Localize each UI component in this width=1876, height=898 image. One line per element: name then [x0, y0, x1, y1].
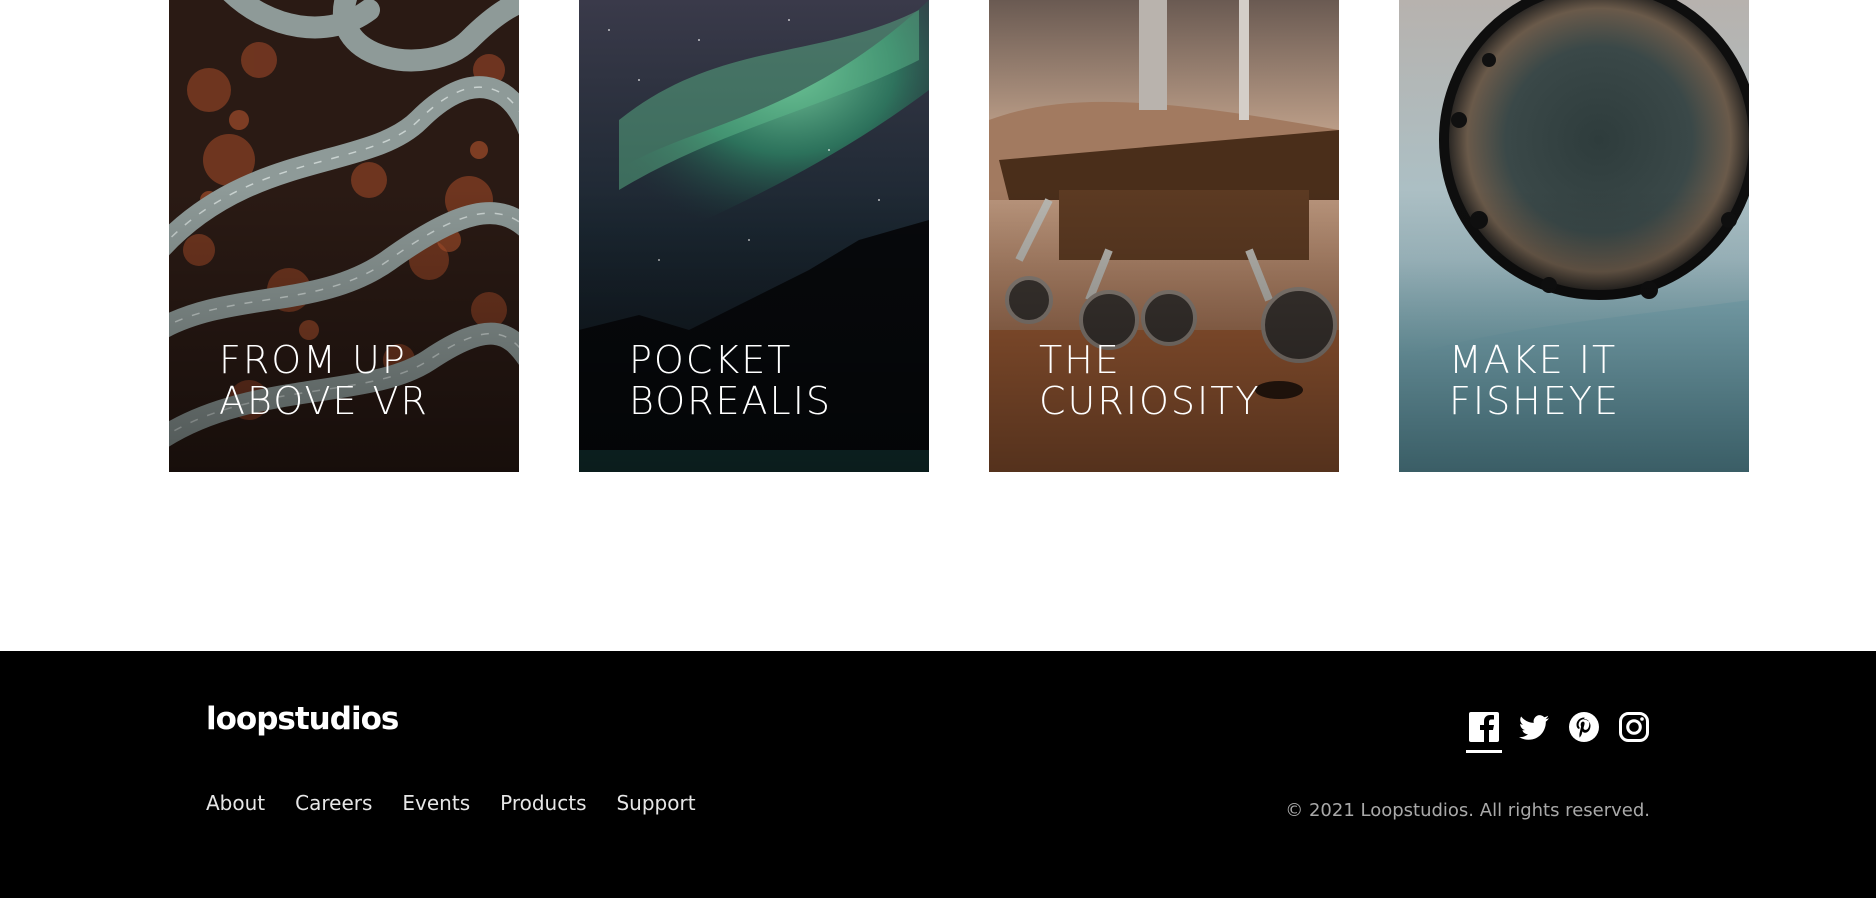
- creation-card-pocket-borealis[interactable]: POCKET BOREALIS: [579, 0, 929, 472]
- footer-link-events[interactable]: Events: [402, 791, 470, 815]
- footer-link-careers[interactable]: Careers: [295, 791, 372, 815]
- creations-grid: FROM UP ABOVE VR POCKET BOREALIS THE CUR…: [0, 0, 1876, 650]
- card-title: POCKET BOREALIS: [629, 338, 833, 423]
- copyright-text: © 2021 Loopstudios. All rights reserved.: [1285, 800, 1650, 821]
- card-title: MAKE IT FISHEYE: [1449, 338, 1620, 423]
- creation-card-the-curiosity[interactable]: THE CURIOSITY: [989, 0, 1339, 472]
- creation-card-make-it-fisheye[interactable]: MAKE IT FISHEYE: [1399, 0, 1749, 472]
- facebook-icon[interactable]: [1466, 709, 1502, 753]
- site-footer: loopstudios About Careers Events Product…: [0, 651, 1876, 898]
- pinterest-icon[interactable]: [1566, 709, 1602, 753]
- footer-link-products[interactable]: Products: [500, 791, 586, 815]
- footer-nav: About Careers Events Products Support: [206, 791, 696, 815]
- social-links: [1466, 709, 1652, 753]
- footer-logo[interactable]: loopstudios: [206, 701, 399, 737]
- twitter-icon[interactable]: [1516, 709, 1552, 753]
- card-title: FROM UP ABOVE VR: [219, 338, 429, 423]
- footer-link-support[interactable]: Support: [616, 791, 695, 815]
- creation-card-from-up-above-vr[interactable]: FROM UP ABOVE VR: [169, 0, 519, 472]
- card-title: THE CURIOSITY: [1039, 338, 1261, 423]
- instagram-icon[interactable]: [1616, 709, 1652, 753]
- footer-link-about[interactable]: About: [206, 791, 265, 815]
